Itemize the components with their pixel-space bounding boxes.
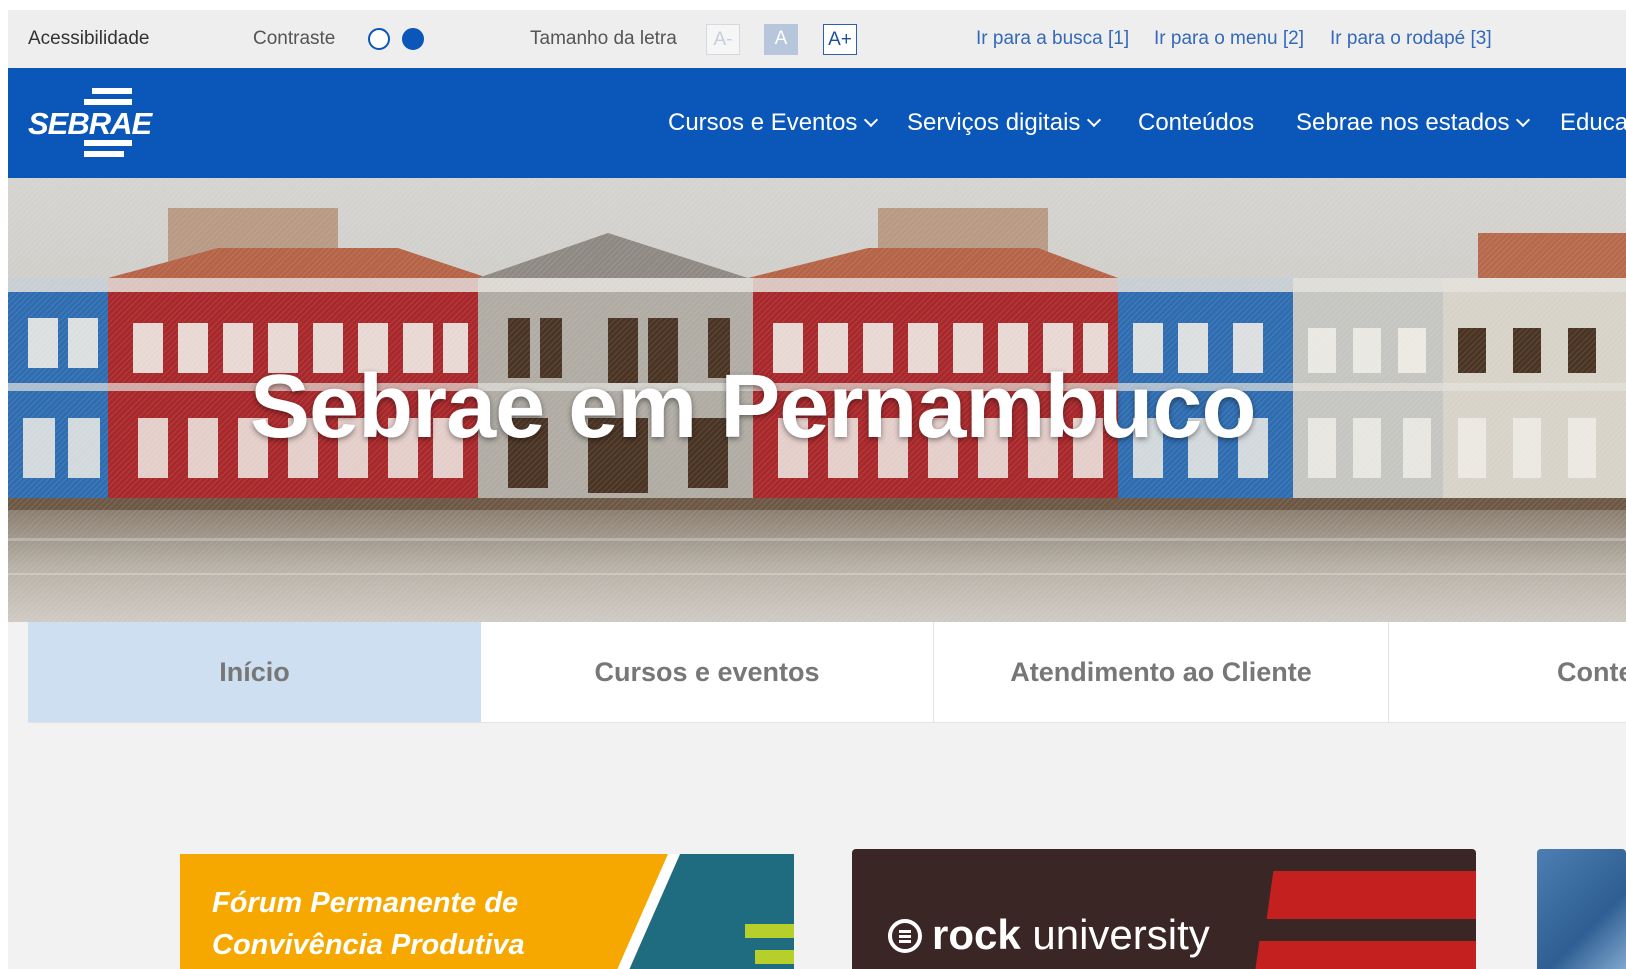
- contrast-label: Contraste: [253, 28, 336, 49]
- nav-educa[interactable]: Educa: [1560, 68, 1626, 178]
- svg-text:SEBRAE: SEBRAE: [28, 106, 154, 141]
- nav-conteudos[interactable]: Conteúdos: [1138, 68, 1254, 178]
- nav-label: Cursos e Eventos: [668, 109, 858, 136]
- main-header: SEBRAE Cursos e Eventos Serviços digitai…: [8, 68, 1626, 178]
- chevron-down-icon: [1087, 112, 1102, 128]
- font-increase-button[interactable]: A+: [823, 24, 857, 55]
- forum-card-line1: Fórum Permanente de: [212, 887, 519, 919]
- tab-atendimento-cliente[interactable]: Atendimento ao Cliente: [934, 622, 1389, 722]
- browser-page: Acessibilidade Contraste Tamanho da letr…: [8, 10, 1626, 969]
- hero-title: Sebrae em Pernambuco: [250, 357, 1256, 457]
- tab-cursos-eventos[interactable]: Cursos e eventos: [481, 622, 934, 722]
- rock-logo-icon: [888, 919, 922, 953]
- sebrae-logo[interactable]: SEBRAE: [26, 88, 166, 158]
- forum-card-line2: Convivência Produtiva: [212, 929, 525, 961]
- rock-university-logo: rock university: [888, 911, 1210, 959]
- chevron-down-icon: [1516, 112, 1531, 128]
- forum-convivencia-card[interactable]: Fórum Permanente de Convivência Produtiv…: [180, 854, 794, 969]
- contrast-light-toggle[interactable]: [368, 28, 390, 50]
- tab-inicio[interactable]: Início: [28, 622, 481, 722]
- rock-brand-light: university: [1020, 911, 1210, 958]
- skip-to-menu-link[interactable]: Ir para o menu [2]: [1154, 10, 1304, 68]
- contrast-dark-toggle[interactable]: [402, 28, 424, 50]
- skip-to-footer-link[interactable]: Ir para o rodapé [3]: [1330, 10, 1492, 68]
- nav-cursos-eventos[interactable]: Cursos e Eventos: [668, 68, 879, 178]
- rock-card-stripe: [1252, 941, 1476, 969]
- featured-card-partial[interactable]: [1537, 849, 1626, 969]
- section-tabs: Início Cursos e eventos Atendimento ao C…: [28, 622, 1626, 723]
- font-size-label: Tamanho da letra: [530, 28, 677, 49]
- font-decrease-button[interactable]: A-: [706, 24, 740, 55]
- rock-card-stripe: [1266, 871, 1476, 919]
- accessibility-title: Acessibilidade: [28, 28, 150, 49]
- hero-banner: Sebrae em Pernambuco: [8, 178, 1626, 622]
- skip-to-search-link[interactable]: Ir para a busca [1]: [976, 10, 1129, 68]
- accessibility-bar: Acessibilidade Contraste Tamanho da letr…: [8, 10, 1626, 68]
- forum-card-title: Fórum Permanente de Convivência Produtiv…: [212, 882, 525, 966]
- nav-sebrae-estados[interactable]: Sebrae nos estados: [1296, 68, 1531, 178]
- nav-label: Sebrae nos estados: [1296, 109, 1510, 136]
- nav-servicos-digitais[interactable]: Serviços digitais: [907, 68, 1102, 178]
- tab-conteudos[interactable]: Conte: [1389, 622, 1626, 722]
- nav-label: Serviços digitais: [907, 109, 1081, 136]
- font-normal-button[interactable]: A: [764, 24, 798, 55]
- chevron-down-icon: [864, 112, 879, 128]
- rock-brand-bold: rock: [932, 911, 1021, 958]
- rock-university-card[interactable]: rock university: [852, 849, 1476, 969]
